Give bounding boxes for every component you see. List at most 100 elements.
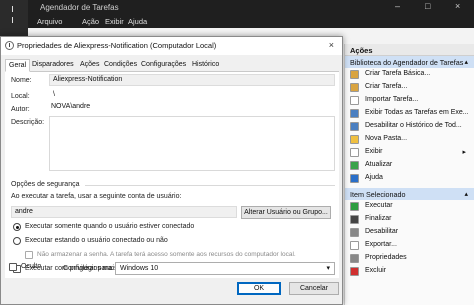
radio-whether-label: Executar estando o usuário conectado ou … (25, 237, 168, 244)
import-task-icon (350, 96, 359, 105)
tab-disparadores[interactable]: Disparadores (29, 59, 77, 72)
action-item-label: Atualizar (365, 161, 393, 168)
tree-line-icon (12, 6, 16, 12)
dialog-title-bar: Propriedades de Aliexpress-Notification … (1, 37, 342, 55)
location-label: Local: (11, 93, 30, 100)
action-item-label: Exibir (365, 148, 383, 155)
close-app-button[interactable]: × (455, 1, 460, 11)
app-title-bar: Agendador de Tarefas – □ × (0, 0, 474, 16)
action-item[interactable]: Propriedades (345, 252, 474, 265)
author-value: NOVA\andre (51, 103, 91, 110)
minimize-button[interactable]: – (395, 1, 400, 11)
new-folder-icon (350, 135, 359, 144)
collapse-caret-icon[interactable]: ▴ (464, 58, 468, 66)
run-as-text: Ao executar a tarefa, usar a seguinte co… (11, 193, 182, 200)
action-item-label: Criar Tarefa Básica... (365, 70, 431, 77)
selected-item-section-title: Item Selecionado (350, 190, 406, 199)
tab-configuracoes[interactable]: Configurações (138, 59, 189, 72)
properties-dialog: Propriedades de Aliexpress-Notification … (0, 36, 343, 305)
create-task-icon (350, 83, 359, 92)
refresh-icon (350, 161, 359, 170)
selected-item-section-header[interactable]: Item Selecionado ▴ (345, 188, 474, 200)
menu-exibir[interactable]: Exibir (105, 17, 124, 26)
tab-acoes[interactable]: Ações (77, 59, 102, 72)
end-icon (350, 215, 359, 224)
action-item[interactable]: Desabilitar (345, 226, 474, 239)
radio-logged-on[interactable] (13, 223, 21, 231)
submenu-arrow-icon: ▸ (462, 149, 466, 156)
collapse-caret-icon[interactable]: ▴ (464, 190, 468, 198)
general-tab-panel: Nome: Aliexpress-Notification Local: \ A… (5, 72, 339, 278)
run-icon (350, 202, 359, 211)
configure-for-select[interactable]: Windows 10 ▾ (115, 262, 335, 275)
action-item[interactable]: Ajuda (345, 172, 474, 185)
tab-geral[interactable]: Geral (5, 59, 31, 72)
action-item-label: Excluir (365, 267, 387, 274)
radio-whether-logged-on[interactable] (13, 237, 21, 245)
action-item[interactable]: Finalizar (345, 213, 474, 226)
action-item-label: Desabilitar o Histórico de Tod... (365, 122, 462, 129)
menu-bar: Arquivo Ação Exibir Ajuda (0, 16, 474, 28)
name-label: Nome: (11, 77, 32, 84)
action-item-label: Importar Tarefa... (365, 96, 419, 103)
action-item[interactable]: Exibir Todas as Tarefas em Exe... (345, 107, 474, 120)
clock-icon (5, 41, 14, 50)
help-icon (350, 174, 359, 183)
library-section-header[interactable]: Biblioteca do Agendador de Tarefas ▴ (345, 56, 474, 68)
action-item[interactable]: Criar Tarefa Básica... (345, 68, 474, 81)
no-store-password-label: Não armazenar a senha. A tarefa terá ace… (37, 251, 296, 258)
actions-panel: Ações Biblioteca do Agendador de Tarefas… (344, 44, 474, 305)
action-item[interactable]: Nova Pasta... (345, 133, 474, 146)
action-item[interactable]: Desabilitar o Histórico de Tod... (345, 120, 474, 133)
action-item[interactable]: Importar Tarefa... (345, 94, 474, 107)
action-item[interactable]: Excluir (345, 265, 474, 278)
action-item-label: Exportar... (365, 241, 397, 248)
dialog-close-button[interactable]: × (329, 40, 334, 50)
maximize-button[interactable]: □ (425, 1, 430, 11)
location-value: \ (53, 91, 55, 98)
menu-ajuda[interactable]: Ajuda (128, 17, 147, 26)
action-item[interactable]: Criar Tarefa... (345, 81, 474, 94)
library-section-title: Biblioteca do Agendador de Tarefas (350, 58, 464, 67)
action-item[interactable]: Exportar... (345, 239, 474, 252)
action-item-label: Ajuda (365, 174, 383, 181)
disable-history-icon (350, 122, 359, 131)
delete-icon (350, 267, 359, 276)
user-account-field: andre (11, 206, 237, 218)
description-label: Descrição: (11, 119, 45, 126)
action-item[interactable]: Atualizar (345, 159, 474, 172)
hidden-label: Oculto (21, 263, 42, 270)
author-label: Autor: (11, 106, 30, 113)
disable-icon (350, 228, 359, 237)
tab-historico[interactable]: Histórico (189, 59, 222, 72)
action-item-label: Finalizar (365, 215, 392, 222)
app-title: Agendador de Tarefas (40, 3, 119, 12)
action-item-label: Propriedades (365, 254, 407, 261)
action-item-label: Executar (365, 202, 393, 209)
chevron-down-icon: ▾ (326, 265, 330, 272)
change-user-button[interactable]: Alterar Usuário ou Grupo... (241, 206, 331, 219)
show-running-tasks-icon (350, 109, 359, 118)
menu-acao[interactable]: Ação (82, 17, 99, 26)
name-value: Aliexpress-Notification (53, 76, 123, 83)
hidden-checkbox[interactable] (9, 263, 17, 271)
description-textarea[interactable] (49, 116, 335, 171)
action-item[interactable]: Executar (345, 200, 474, 213)
action-item-label: Criar Tarefa... (365, 83, 408, 90)
export-icon (350, 241, 359, 250)
name-field[interactable]: Aliexpress-Notification (49, 74, 335, 86)
properties-icon (350, 254, 359, 263)
security-options-title: Opções de segurança (11, 181, 80, 188)
no-store-password-checkbox[interactable] (25, 251, 33, 259)
action-item[interactable]: Exibir ▸ (345, 146, 474, 159)
cancel-button[interactable]: Cancelar (289, 282, 339, 295)
configure-for-label: Configurar para: (63, 265, 114, 272)
menu-arquivo[interactable]: Arquivo (37, 17, 62, 26)
group-divider (85, 185, 335, 186)
actions-header: Ações (345, 44, 474, 56)
ok-button[interactable]: OK (237, 282, 281, 295)
action-item-label: Nova Pasta... (365, 135, 408, 142)
tree-line-icon (12, 17, 16, 23)
tab-condicoes[interactable]: Condições (101, 59, 140, 72)
tab-strip: Geral Disparadores Ações Condições Confi… (5, 59, 339, 72)
